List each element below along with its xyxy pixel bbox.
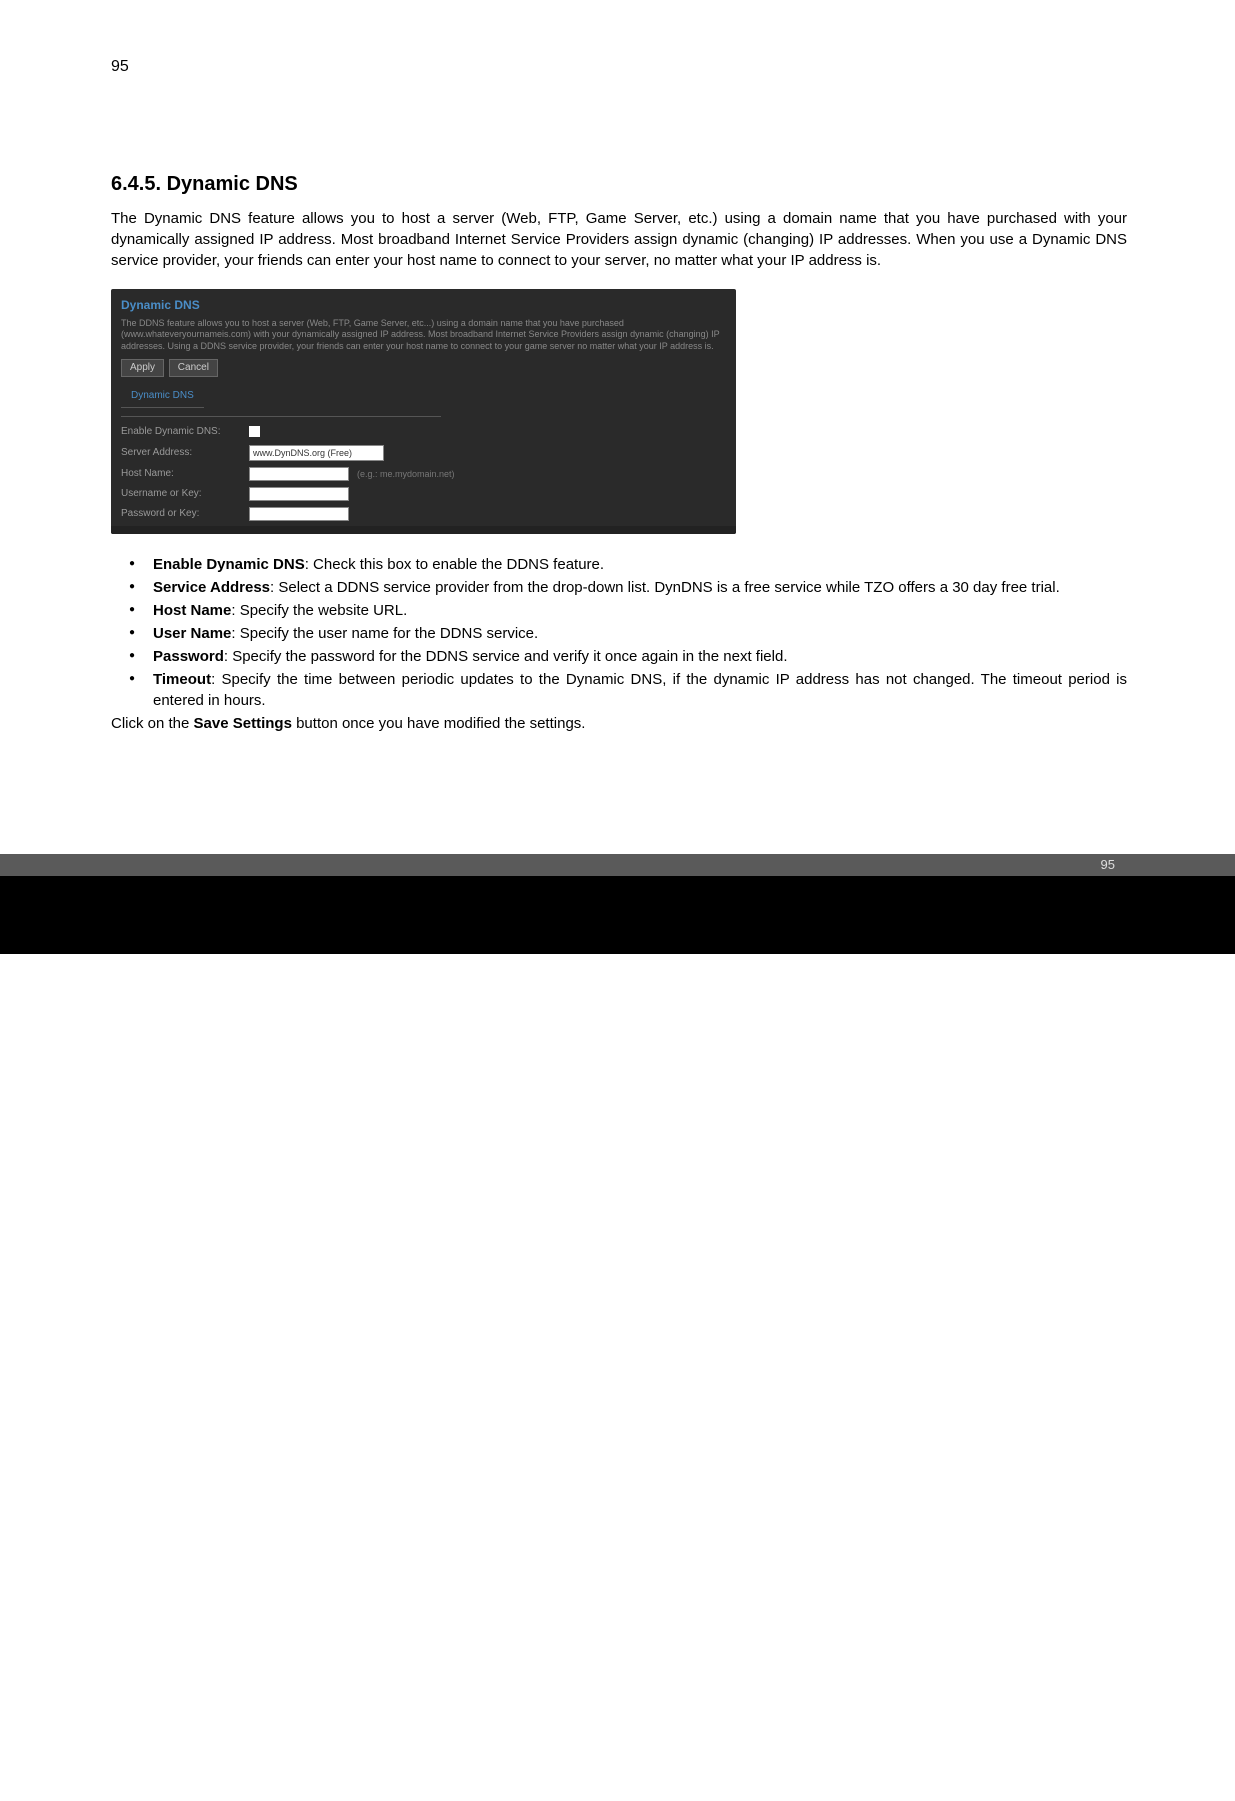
bullet-list: Enable Dynamic DNS: Check this box to en… xyxy=(111,554,1127,711)
logo-block: EnGenius® xyxy=(0,876,1235,954)
server-address-label: Server Address: xyxy=(121,446,249,460)
bullet-item: Enable Dynamic DNS: Check this box to en… xyxy=(129,554,1127,575)
host-name-label: Host Name: xyxy=(121,467,249,481)
bullet-item: Host Name: Specify the website URL. xyxy=(129,600,1127,621)
bullet-item: Password: Specify the password for the D… xyxy=(129,646,1127,667)
main-content: 6.4.5. Dynamic DNS The Dynamic DNS featu… xyxy=(111,170,1127,734)
enable-ddns-label: Enable Dynamic DNS: xyxy=(121,425,249,439)
apply-button[interactable]: Apply xyxy=(121,359,164,377)
host-name-hint: (e.g.: me.mydomain.net) xyxy=(357,468,455,481)
host-name-input[interactable] xyxy=(249,467,349,481)
footer-bar xyxy=(0,854,1235,876)
ss-tab[interactable]: Dynamic DNS xyxy=(121,385,204,408)
page-number-top: 95 xyxy=(111,58,129,76)
wifi-icon: i xyxy=(167,1756,189,1801)
bullet-item: Service Address: Select a DDNS service p… xyxy=(129,577,1127,598)
closing-sentence: Click on the Save Settings button once y… xyxy=(111,713,1127,734)
engenius-logo: EnGenius® xyxy=(42,1756,244,1801)
enable-ddns-checkbox[interactable] xyxy=(249,426,260,437)
intro-paragraph: The Dynamic DNS feature allows you to ho… xyxy=(111,208,1127,271)
cancel-button[interactable]: Cancel xyxy=(169,359,218,377)
bullet-item: User Name: Specify the user name for the… xyxy=(129,623,1127,644)
registered-icon: ® xyxy=(231,1761,244,1781)
password-input[interactable] xyxy=(249,507,349,521)
password-label: Password or Key: xyxy=(121,507,249,521)
ss-panel-title: Dynamic DNS xyxy=(121,297,726,314)
username-input[interactable] xyxy=(249,487,349,501)
ss-torn-edge xyxy=(111,526,736,534)
bullet-item: Timeout: Specify the time between period… xyxy=(129,669,1127,711)
server-address-select[interactable]: www.DynDNS.org (Free) xyxy=(249,445,384,462)
page-number-bottom: 95 xyxy=(1101,857,1115,872)
ss-panel-description: The DDNS feature allows you to host a se… xyxy=(121,318,726,353)
ss-divider: Dynamic DNS xyxy=(121,385,441,417)
section-heading: 6.4.5. Dynamic DNS xyxy=(111,170,1127,198)
username-label: Username or Key: xyxy=(121,487,249,501)
embedded-screenshot: Dynamic DNS The DDNS feature allows you … xyxy=(111,289,736,534)
ss-button-row: Apply Cancel xyxy=(121,359,726,377)
